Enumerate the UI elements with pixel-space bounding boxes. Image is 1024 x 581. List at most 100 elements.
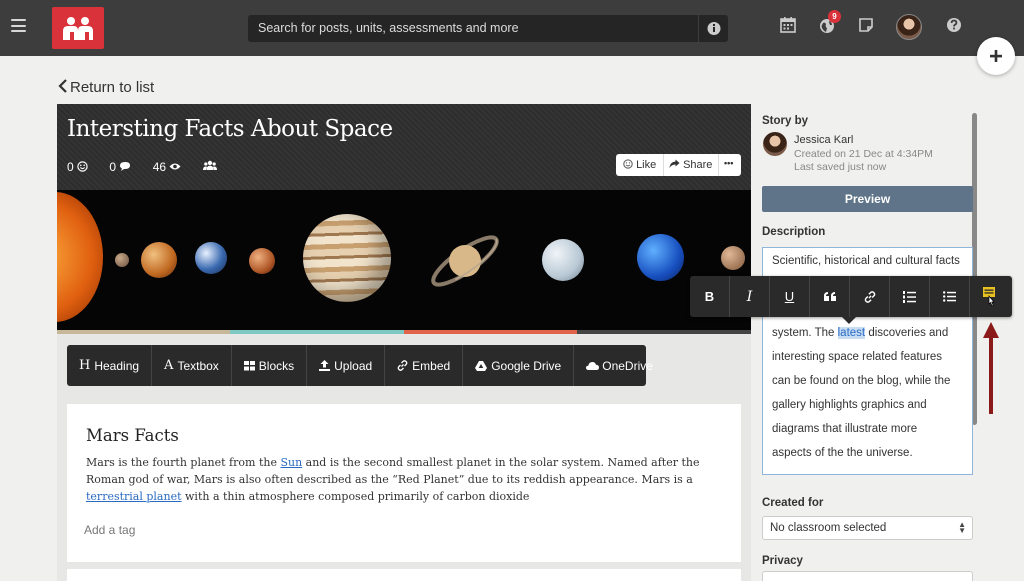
comment-icon [120, 162, 131, 171]
share-button[interactable]: Share [669, 159, 712, 171]
highlight-icon [983, 286, 995, 306]
highlight-button[interactable] [970, 276, 1010, 317]
neptune-image [637, 234, 684, 281]
search-input[interactable]: Search for posts, units, assessments and… [248, 15, 728, 42]
blocks-button[interactable]: Blocks [232, 345, 308, 386]
text-block[interactable]: Mars Facts Mars is the fourth planet fro… [67, 404, 741, 562]
author-avatar [763, 132, 787, 156]
annotation-arrow-icon [983, 322, 999, 414]
calendar-icon[interactable] [777, 14, 799, 36]
upload-label: Upload [334, 358, 373, 373]
heading-icon: H [79, 358, 91, 373]
privacy-select[interactable] [762, 571, 973, 581]
search-info-icon[interactable] [698, 15, 728, 42]
color-strip [230, 330, 404, 334]
share-label: Share [683, 159, 713, 171]
group-icon[interactable] [202, 160, 217, 174]
return-link-label: Return to list [70, 79, 155, 96]
block-heading[interactable]: Mars Facts [86, 426, 179, 445]
textbox-label: Textbox [177, 358, 219, 373]
divider [663, 154, 664, 176]
notes-icon[interactable] [855, 14, 877, 36]
description-line: aspects of the the universe. [772, 447, 913, 459]
story-card: Intersting Facts About Space 0 0 46 Like… [57, 104, 751, 581]
plus-icon [990, 50, 1002, 62]
description-line: can be found on the blog, while the [772, 375, 951, 387]
description-line: Scientific, historical and cultural fact… [772, 255, 960, 267]
description-line: gallery highlights graphics and [772, 399, 927, 411]
google-drive-button[interactable]: Google Drive [463, 345, 575, 386]
insert-toolbar: H Heading A Textbox Blocks Upload Embed Go… [67, 345, 653, 386]
next-block [67, 569, 741, 581]
description-label: Description [762, 226, 826, 238]
link-button[interactable] [850, 276, 890, 317]
description-line: diagrams that illustrate more [772, 423, 918, 435]
description-line: system. The latest discoveries and [772, 327, 949, 339]
onedrive-button[interactable]: OneDrive [574, 345, 665, 386]
like-share-group: Like Share ••• [616, 154, 741, 176]
quote-button[interactable] [810, 276, 850, 317]
app-logo[interactable] [52, 7, 104, 49]
terrestrial-planet-link[interactable]: terrestrial planet [86, 490, 182, 503]
story-title[interactable]: Intersting Facts About Space [67, 116, 393, 142]
jupiter-image [303, 214, 391, 302]
text-format-toolbar: B I U [690, 276, 1012, 317]
textbox-button[interactable]: A Textbox [152, 345, 232, 386]
textbox-icon: A [164, 358, 174, 373]
return-to-list-link[interactable]: Return to list [58, 79, 154, 96]
upload-icon [319, 360, 331, 371]
last-saved: Last saved just now [794, 161, 887, 173]
top-navigation-bar: Search for posts, units, assessments and… [0, 0, 1024, 56]
created-date: Created on 21 Dec at 4:34PM [794, 148, 933, 160]
color-strip [404, 330, 577, 334]
google-drive-label: Google Drive [491, 358, 562, 373]
preview-button[interactable]: Preview [762, 186, 973, 212]
block-paragraph[interactable]: Mars is the fourth planet from the Sun a… [86, 454, 726, 505]
eye-icon [169, 163, 181, 170]
bold-button[interactable]: B [690, 276, 730, 317]
like-button[interactable]: Like [623, 159, 656, 171]
smiley-icon [77, 161, 88, 172]
pluto-image [721, 246, 745, 270]
created-for-label: Created for [762, 497, 824, 509]
user-avatar[interactable] [896, 14, 922, 40]
underline-button[interactable]: U [770, 276, 810, 317]
add-tag-input[interactable]: Add a tag [84, 523, 135, 537]
ordered-list-icon [903, 290, 916, 303]
link-icon [864, 290, 875, 303]
earth-image [195, 242, 227, 274]
sun-link[interactable]: Sun [280, 456, 302, 469]
onedrive-label: OneDrive [602, 358, 653, 373]
description-line: interesting space related features [772, 351, 943, 363]
quote-icon [823, 291, 836, 301]
privacy-label: Privacy [762, 555, 803, 567]
divider [718, 154, 719, 176]
help-icon[interactable] [943, 14, 965, 36]
uranus-image [542, 239, 584, 281]
add-button[interactable] [977, 37, 1015, 75]
more-options-button[interactable]: ••• [724, 158, 733, 168]
embed-button[interactable]: Embed [385, 345, 464, 386]
story-by-label: Story by [762, 115, 809, 127]
author-name[interactable]: Jessica Karl [794, 134, 853, 146]
mercury-image [115, 253, 129, 267]
embed-label: Embed [412, 358, 451, 373]
story-stats: 0 0 46 [67, 160, 235, 174]
italic-button[interactable]: I [730, 276, 770, 317]
classroom-select[interactable]: No classroom selected ▲ ▼ [762, 516, 973, 540]
hamburger-menu-icon[interactable] [11, 19, 26, 32]
select-caret-icon: ▲ ▼ [958, 520, 966, 535]
reactions-count: 0 [67, 160, 88, 174]
like-label: Like [636, 159, 657, 171]
heading-button[interactable]: H Heading [67, 345, 153, 386]
venus-image [141, 242, 177, 278]
upload-button[interactable]: Upload [307, 345, 386, 386]
onedrive-icon [586, 362, 600, 370]
space-banner-image [57, 190, 751, 330]
selected-text: latest [837, 327, 866, 339]
google-drive-icon [475, 360, 488, 371]
bullet-list-button[interactable] [930, 276, 970, 317]
notification-badge: 9 [828, 10, 841, 23]
ordered-list-button[interactable] [890, 276, 930, 317]
views-count: 46 [153, 160, 182, 174]
